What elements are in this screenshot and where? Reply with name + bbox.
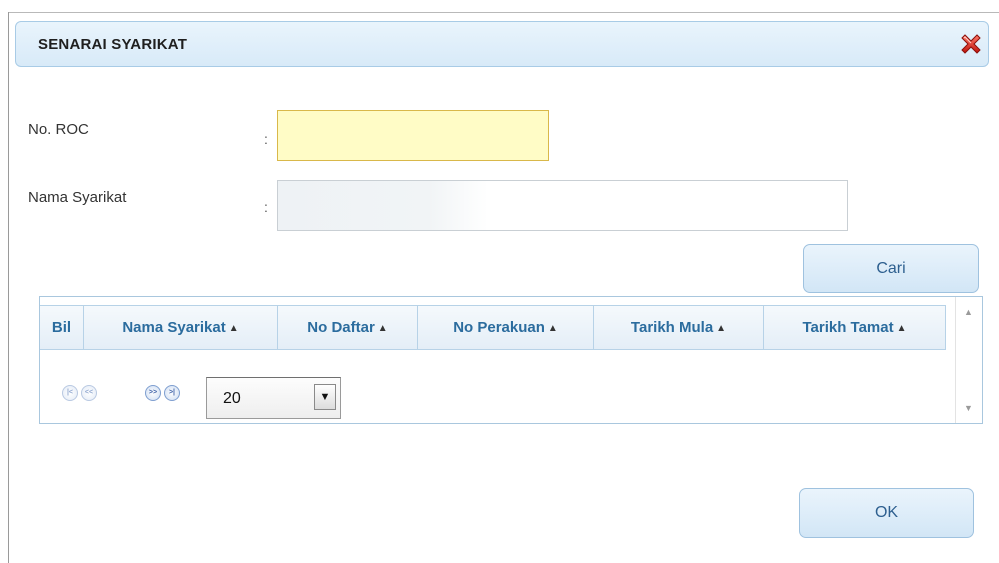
- prev-page-icon[interactable]: <<: [81, 385, 97, 401]
- roc-colon: :: [264, 131, 268, 147]
- column-header-no-perakuan[interactable]: No Perakuan ▲︎: [418, 306, 594, 349]
- sort-icon: ▲︎: [896, 323, 907, 334]
- roc-input[interactable]: [277, 110, 549, 161]
- column-header-tarikh-mula[interactable]: Tarikh Mula ▲︎: [594, 306, 764, 349]
- page-size-value: 20: [223, 390, 241, 407]
- sort-icon: ▲︎: [547, 323, 558, 334]
- column-header-tarikh-tamat[interactable]: Tarikh Tamat ▲︎: [764, 306, 946, 349]
- dialog-titlebar: SENARAI SYARIKAT: [15, 21, 989, 67]
- search-button[interactable]: Cari: [803, 244, 979, 293]
- sort-icon: ▲︎: [377, 323, 388, 334]
- chevron-down-icon[interactable]: ▼: [314, 384, 336, 410]
- sort-icon: ▲︎: [716, 323, 727, 334]
- senarai-syarikat-dialog: SENARAI SYARIKAT No. ROC : Nama Syarikat…: [9, 13, 999, 563]
- last-page-icon[interactable]: >|: [164, 385, 180, 401]
- column-header-no-daftar[interactable]: No Daftar ▲︎: [278, 306, 418, 349]
- nama-syarikat-label: Nama Syarikat: [28, 189, 127, 206]
- grid-scrollbar[interactable]: ▲ ▼: [955, 297, 982, 423]
- roc-label: No. ROC: [28, 121, 89, 138]
- nama-syarikat-input[interactable]: [277, 180, 848, 231]
- nama-syarikat-colon: :: [264, 199, 268, 215]
- ok-button[interactable]: OK: [799, 488, 974, 538]
- next-page-icon[interactable]: >>: [145, 385, 161, 401]
- scroll-up-icon[interactable]: ▲: [964, 307, 973, 317]
- page-size-select[interactable]: 20 ▼: [206, 377, 341, 419]
- company-grid: Bil Nama Syarikat ▲︎ No Daftar ▲︎ No Perak…: [39, 296, 983, 424]
- dialog-title: SENARAI SYARIKAT: [38, 36, 188, 53]
- sort-icon: ▲︎: [228, 323, 239, 334]
- grid-header-row: Bil Nama Syarikat ▲︎ No Daftar ▲︎ No Perak…: [40, 305, 946, 350]
- scroll-down-icon[interactable]: ▼: [964, 403, 973, 413]
- column-header-nama-syarikat[interactable]: Nama Syarikat ▲︎: [84, 306, 278, 349]
- first-page-icon[interactable]: |<: [62, 385, 78, 401]
- column-header-bil[interactable]: Bil: [40, 306, 84, 349]
- close-x-icon[interactable]: [958, 31, 984, 57]
